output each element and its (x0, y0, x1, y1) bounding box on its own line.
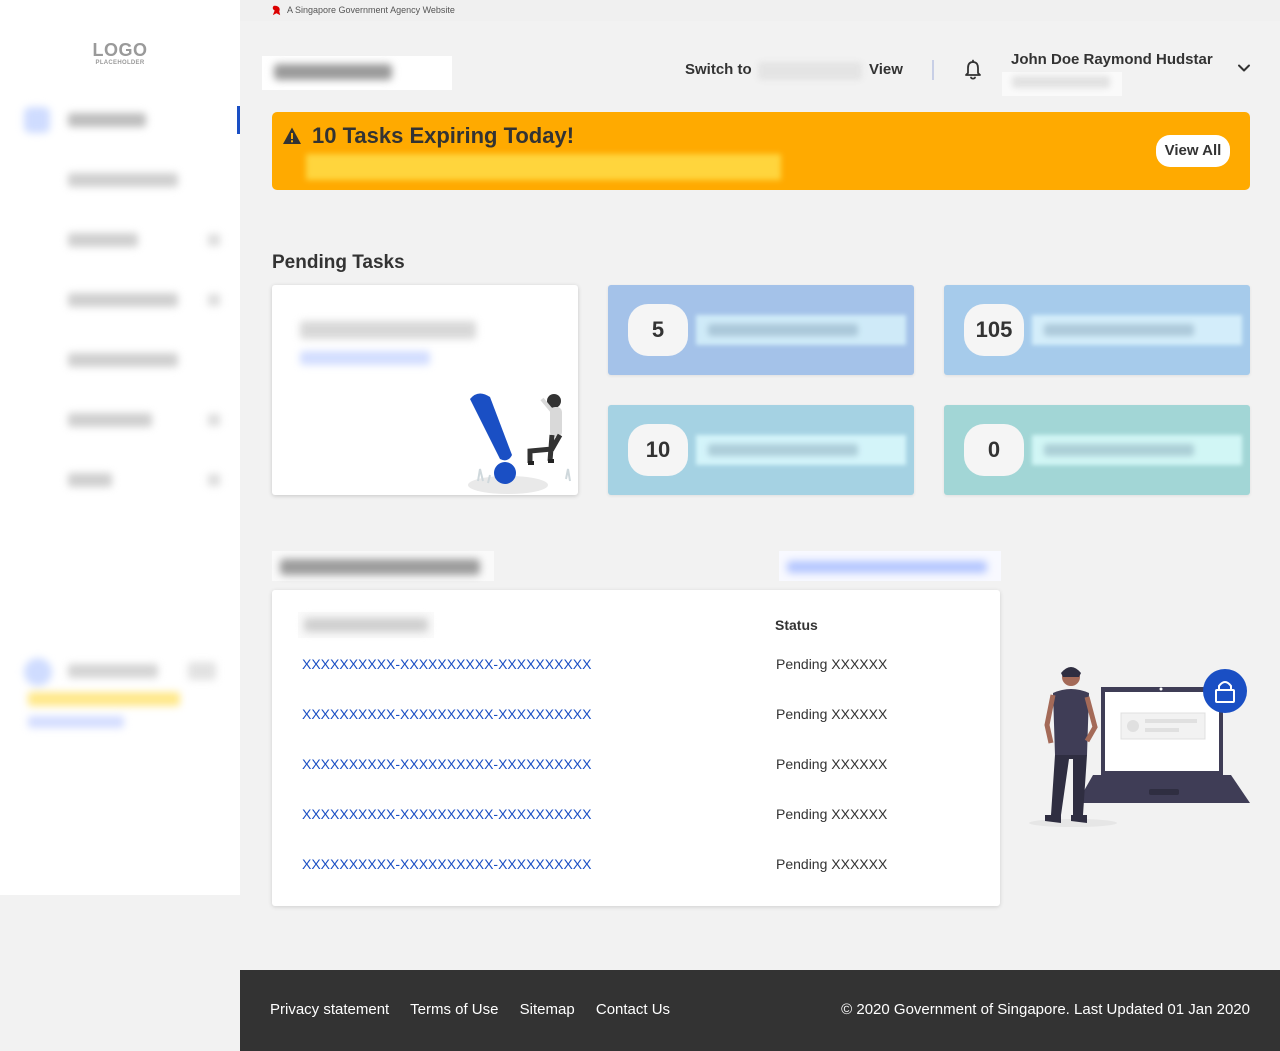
link-redacted (28, 716, 124, 728)
footer-link-sitemap[interactable]: Sitemap (520, 1001, 575, 1018)
highlight-redacted (28, 692, 180, 706)
nav-label-redacted (68, 473, 112, 487)
tile-label-redacted (696, 435, 906, 465)
table-row: XXXXXXXXXX-XXXXXXXXXX-XXXXXXXXXX Pending… (272, 700, 1000, 730)
sidebar-item-active[interactable] (24, 105, 224, 135)
user-label-redacted (68, 664, 158, 678)
nav-label-redacted (68, 233, 138, 247)
expiring-tasks-alert: 10 Tasks Expiring Today! View All (272, 112, 1250, 190)
recent-heading-blur (280, 559, 480, 575)
logo-main-text: LOGO (92, 40, 148, 60)
tile-label-redacted (1032, 435, 1242, 465)
footer: Privacy statement Terms of Use Sitemap C… (240, 970, 1280, 1051)
nav-label-redacted (68, 113, 146, 127)
switch-view-suffix[interactable]: View (869, 61, 903, 78)
pending-tile[interactable]: 10 (608, 405, 914, 495)
pending-tile[interactable]: 105 (944, 285, 1250, 375)
nav-label-redacted (68, 173, 178, 187)
switch-view-prefix[interactable]: Switch to (685, 61, 752, 78)
user-action-redacted (188, 662, 216, 680)
user-name[interactable]: John Doe Raymond Hudstar (1011, 51, 1213, 68)
pending-tasks-heading: Pending Tasks (272, 252, 405, 273)
nav-label-redacted (68, 293, 178, 307)
reference-link[interactable]: XXXXXXXXXX-XXXXXXXXXX-XXXXXXXXXX (302, 706, 591, 722)
row-status: Pending XXXXXX (776, 706, 888, 722)
sidebar-active-indicator (237, 106, 240, 134)
avatar (24, 658, 52, 686)
pending-tile[interactable]: 5 (608, 285, 914, 375)
footer-links: Privacy statement Terms of Use Sitemap C… (270, 1001, 687, 1018)
nav-label-redacted (68, 353, 178, 367)
sidebar-item[interactable] (24, 165, 224, 195)
secure-laptop-illustration (1029, 667, 1250, 827)
row-status: Pending XXXXXX (776, 656, 888, 672)
reference-link[interactable]: XXXXXXXXXX-XXXXXXXXXX-XXXXXXXXXX (302, 656, 591, 672)
sidebar: LOGO PLACEHOLDER (0, 0, 240, 895)
exclamation-illustration (468, 393, 571, 494)
reference-link[interactable]: XXXXXXXXXX-XXXXXXXXXX-XXXXXXXXXX (302, 806, 591, 822)
chevron-down-icon[interactable] (1237, 61, 1251, 75)
tile-count: 5 (628, 304, 688, 356)
card-heading-redacted (300, 321, 476, 339)
column-header-redacted (298, 612, 434, 638)
pending-tile[interactable]: 0 (944, 405, 1250, 495)
row-status: Pending XXXXXX (776, 806, 888, 822)
gov-banner-text: A Singapore Government Agency Website (287, 5, 455, 15)
logo-sub-text: PLACEHOLDER (95, 60, 145, 66)
nav-label-redacted (68, 413, 152, 427)
chevron-icon (208, 294, 220, 306)
tile-count: 10 (628, 424, 688, 476)
footer-link-privacy[interactable]: Privacy statement (270, 1001, 389, 1018)
alert-description-redacted (306, 154, 781, 180)
table-row: XXXXXXXXXX-XXXXXXXXXX-XXXXXXXXXX Pending… (272, 850, 1000, 880)
applications-table: Status XXXXXXXXXX-XXXXXXXXXX-XXXXXXXXXX … (272, 590, 1000, 906)
logo: LOGO PLACEHOLDER (0, 40, 240, 66)
sidebar-user-panel[interactable] (24, 656, 224, 736)
nav-icon (24, 107, 50, 133)
sidebar-item[interactable] (24, 285, 224, 315)
sidebar-item[interactable] (24, 225, 224, 255)
tile-count: 105 (964, 304, 1024, 356)
reference-link[interactable]: XXXXXXXXXX-XXXXXXXXXX-XXXXXXXXXX (302, 856, 591, 872)
row-status: Pending XXXXXX (776, 756, 888, 772)
recent-link-blur (787, 561, 987, 573)
warning-icon (283, 127, 301, 144)
chevron-icon (208, 414, 220, 426)
alert-title: 10 Tasks Expiring Today! (312, 123, 575, 148)
chevron-icon (208, 474, 220, 486)
table-row: XXXXXXXXXX-XXXXXXXXXX-XXXXXXXXXX Pending… (272, 800, 1000, 830)
status-column-header: Status (775, 617, 818, 633)
switch-view-target-redacted[interactable] (758, 62, 862, 80)
tile-label-redacted (1032, 315, 1242, 345)
table-row: XXXXXXXXXX-XXXXXXXXXX-XXXXXXXXXX Pending… (272, 750, 1000, 780)
sidebar-item[interactable] (24, 345, 224, 375)
pending-summary-card[interactable] (272, 285, 578, 495)
chevron-icon (208, 234, 220, 246)
page-title (262, 56, 452, 90)
tile-count: 0 (964, 424, 1024, 476)
footer-link-contact[interactable]: Contact Us (596, 1001, 670, 1018)
card-link-redacted[interactable] (300, 351, 430, 365)
sidebar-item[interactable] (24, 405, 224, 435)
page-title-redacted (274, 64, 392, 80)
footer-link-terms[interactable]: Terms of Use (410, 1001, 498, 1018)
sidebar-item[interactable] (24, 465, 224, 495)
row-status: Pending XXXXXX (776, 856, 888, 872)
user-role-blur (1012, 76, 1110, 88)
tile-label-redacted (696, 315, 906, 345)
recent-section-link-redacted[interactable] (779, 551, 1001, 581)
gov-banner: A Singapore Government Agency Website (240, 0, 1280, 21)
user-role-redacted (1002, 72, 1122, 96)
reference-link[interactable]: XXXXXXXXXX-XXXXXXXXXX-XXXXXXXXXX (302, 756, 591, 772)
recent-section-heading-redacted (272, 551, 494, 581)
view-all-button[interactable]: View All (1156, 135, 1230, 167)
table-row: XXXXXXXXXX-XXXXXXXXXX-XXXXXXXXXX Pending… (272, 650, 1000, 680)
footer-copyright: © 2020 Government of Singapore. Last Upd… (841, 1001, 1250, 1018)
bell-icon[interactable] (963, 59, 983, 81)
singapore-lion-icon (272, 5, 281, 16)
header-divider (932, 60, 934, 80)
